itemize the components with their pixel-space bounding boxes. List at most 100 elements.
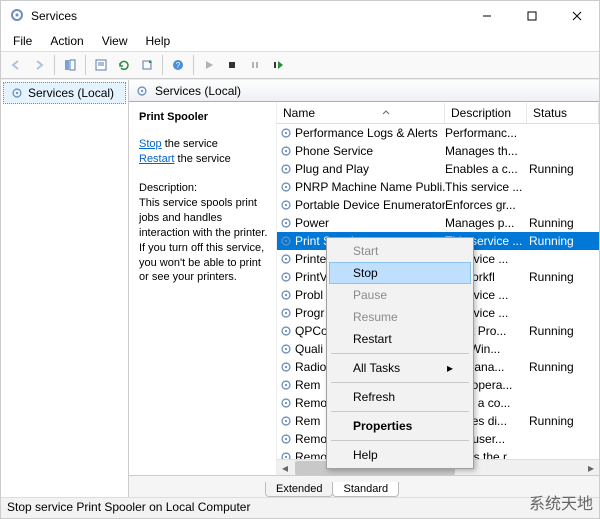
ctx-help[interactable]: Help <box>329 444 471 466</box>
services-window: Services File Action View Help ? Ser <box>0 0 600 519</box>
toolbar-separator <box>54 55 55 75</box>
service-name: Progr <box>295 306 324 320</box>
ctx-separator <box>331 353 469 354</box>
pause-service-button <box>244 54 266 76</box>
service-status: Running <box>527 216 599 230</box>
menu-file[interactable]: File <box>5 32 40 50</box>
minimize-button[interactable] <box>464 1 509 31</box>
ctx-refresh[interactable]: Refresh <box>329 386 471 408</box>
restart-link[interactable]: Restart <box>139 153 174 165</box>
stop-link[interactable]: Stop <box>139 138 162 150</box>
stop-service-button[interactable] <box>221 54 243 76</box>
show-hide-button[interactable] <box>59 54 81 76</box>
detail-desc-label: Description: <box>139 181 268 196</box>
service-name: Quali <box>295 342 323 356</box>
service-name: Rem <box>295 414 320 428</box>
service-name: Probl <box>295 288 323 302</box>
service-name: Power <box>295 216 329 230</box>
service-name: Portable Device Enumerator... <box>295 198 445 212</box>
properties-button[interactable] <box>90 54 112 76</box>
scroll-left-icon[interactable]: ◂ <box>277 461 293 475</box>
ctx-resume: Resume <box>329 306 471 328</box>
service-name: Remo <box>295 396 327 410</box>
service-row[interactable]: Plug and Play Enables a c...Running <box>277 160 599 178</box>
forward-button <box>28 54 50 76</box>
toolbar-separator <box>193 55 194 75</box>
refresh-button[interactable] <box>113 54 135 76</box>
service-name: QPCo <box>295 324 328 338</box>
column-headers: Name Description Status <box>277 102 599 124</box>
service-status: Running <box>527 270 599 284</box>
detail-service-name: Print Spooler <box>139 110 268 125</box>
detail-pane: Print Spooler Stop the service Restart t… <box>129 102 277 475</box>
view-tabs: Extended Standard <box>129 475 599 497</box>
ctx-stop[interactable]: Stop <box>329 262 471 284</box>
service-status: Running <box>527 414 599 428</box>
service-row[interactable]: PNRP Machine Name Publi...This service .… <box>277 178 599 196</box>
menu-help[interactable]: Help <box>138 32 179 50</box>
service-desc: Performanc... <box>445 126 527 140</box>
help-button[interactable]: ? <box>167 54 189 76</box>
service-desc: Enables a c... <box>445 162 527 176</box>
service-status: Running <box>527 360 599 374</box>
ctx-pause: Pause <box>329 284 471 306</box>
context-menu: Start Stop Pause Resume Restart All Task… <box>326 237 474 469</box>
ctx-separator <box>331 382 469 383</box>
service-name: Printe <box>295 252 326 266</box>
titlebar: Services <box>1 1 599 31</box>
menubar: File Action View Help <box>1 31 599 51</box>
statusbar: Stop service Print Spooler on Local Comp… <box>1 497 599 518</box>
service-name: PNRP Machine Name Publi... <box>295 180 445 194</box>
client-area: Services (Local) Services (Local) Print … <box>1 79 599 497</box>
service-row[interactable]: Portable Device Enumerator...Enforces gr… <box>277 196 599 214</box>
detail-stop-line: Stop the service <box>139 137 268 152</box>
tab-standard[interactable]: Standard <box>332 482 399 497</box>
ctx-separator <box>331 411 469 412</box>
right-pane-header: Services (Local) <box>129 80 599 102</box>
toolbar-separator <box>162 55 163 75</box>
ctx-start: Start <box>329 240 471 262</box>
col-status[interactable]: Status <box>527 103 599 123</box>
detail-desc-text: This service spools print jobs and handl… <box>139 196 268 285</box>
col-description[interactable]: Description <box>445 103 527 123</box>
services-icon <box>9 7 25 26</box>
service-row[interactable]: PowerManages p...Running <box>277 214 599 232</box>
start-service-button <box>198 54 220 76</box>
service-row[interactable]: Performance Logs & Alerts Performanc... <box>277 124 599 142</box>
service-status: Running <box>527 234 599 248</box>
back-button <box>5 54 27 76</box>
restart-service-button[interactable] <box>267 54 289 76</box>
tree-item-services-local[interactable]: Services (Local) <box>3 82 126 104</box>
tab-extended[interactable]: Extended <box>265 482 333 497</box>
service-name: Radio <box>295 360 326 374</box>
service-status: Running <box>527 162 599 176</box>
window-title: Services <box>31 9 464 23</box>
service-name: Performance Logs & Alerts <box>295 126 438 140</box>
submenu-arrow-icon: ▸ <box>447 361 453 375</box>
service-name: Plug and Play <box>295 162 369 176</box>
menu-action[interactable]: Action <box>42 32 91 50</box>
toolbar-separator <box>85 55 86 75</box>
right-pane-title: Services (Local) <box>155 84 241 98</box>
tree-pane: Services (Local) <box>1 80 129 497</box>
scroll-right-icon[interactable]: ▸ <box>583 461 599 475</box>
tree-item-label: Services (Local) <box>28 86 114 100</box>
ctx-properties[interactable]: Properties <box>329 415 471 437</box>
maximize-button[interactable] <box>509 1 554 31</box>
service-desc: This service ... <box>445 180 527 194</box>
detail-restart-line: Restart the service <box>139 152 268 167</box>
close-button[interactable] <box>554 1 599 31</box>
col-name[interactable]: Name <box>277 103 445 123</box>
service-name: Rem <box>295 378 320 392</box>
menu-view[interactable]: View <box>94 32 136 50</box>
svg-text:?: ? <box>176 61 181 70</box>
service-desc: Manages th... <box>445 144 527 158</box>
service-row[interactable]: Phone ServiceManages th... <box>277 142 599 160</box>
toolbar: ? <box>1 51 599 79</box>
ctx-separator <box>331 440 469 441</box>
service-status: Running <box>527 324 599 338</box>
ctx-all-tasks[interactable]: All Tasks▸ <box>329 357 471 379</box>
ctx-restart[interactable]: Restart <box>329 328 471 350</box>
export-button[interactable] <box>136 54 158 76</box>
service-name: PrintV <box>295 270 328 284</box>
